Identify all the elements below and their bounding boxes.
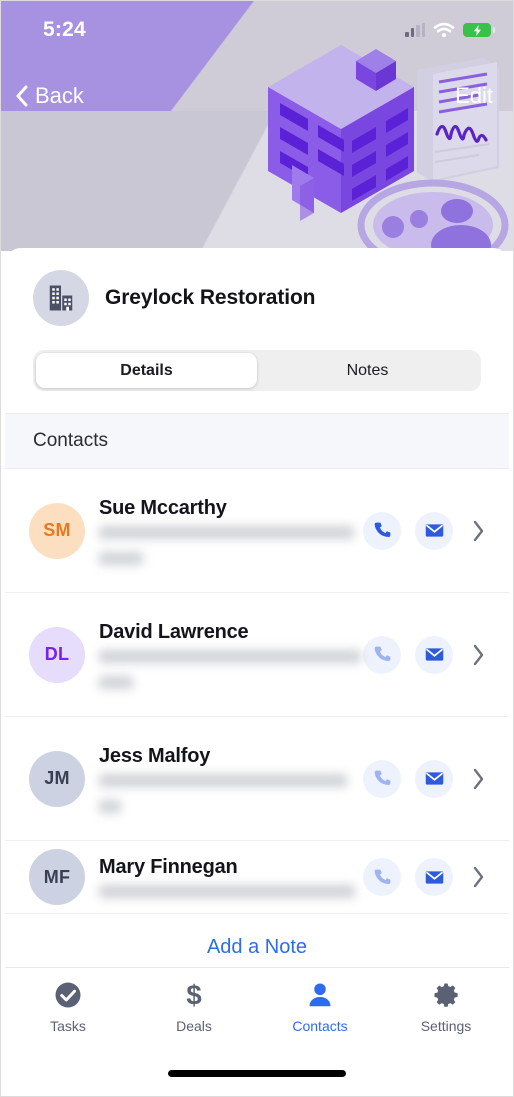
email-button[interactable]	[415, 635, 453, 674]
phone-screen: 5:24 Back Edit Greylock Restoration Deta…	[0, 0, 514, 1097]
building-icon	[33, 270, 89, 326]
edit-button[interactable]: Edit	[455, 83, 493, 109]
table-row[interactable]: MF Mary Finnegan	[5, 841, 509, 913]
tab-details[interactable]: Details	[36, 353, 257, 388]
avatar: MF	[29, 849, 85, 905]
segmented-control: Details Notes	[33, 350, 481, 391]
contact-name: David Lawrence	[99, 620, 249, 643]
gear-icon	[434, 983, 458, 1007]
avatar-initials: DL	[44, 644, 70, 664]
chevron-right-icon[interactable]	[471, 866, 485, 888]
tab-deals[interactable]: $ Deals	[131, 980, 257, 1048]
avatar: JM	[29, 750, 85, 807]
tab-tasks[interactable]: Tasks	[5, 980, 131, 1048]
avatar-initials: JM	[44, 768, 70, 788]
chevron-right-icon[interactable]	[471, 644, 485, 666]
avatar: DL	[29, 626, 85, 683]
email-button[interactable]	[415, 858, 453, 896]
avatar-initials: SM	[43, 520, 71, 540]
table-row[interactable]: DL David Lawrence	[5, 593, 509, 717]
phone-icon	[374, 646, 390, 661]
contact-name: Sue Mccarthy	[99, 496, 227, 519]
envelope-icon	[425, 870, 443, 884]
chevron-right-icon[interactable]	[471, 768, 485, 790]
home-indicator[interactable]	[168, 1070, 346, 1077]
contact-info: Mary Finnegan	[85, 856, 363, 898]
tab-contacts-label: Contacts	[292, 1018, 348, 1034]
hero-banner: 5:24 Back Edit	[1, 1, 513, 251]
contact-detail-redacted	[99, 525, 363, 565]
contact-info: David Lawrence	[85, 621, 363, 689]
chevron-left-icon	[16, 85, 28, 107]
contact-detail-redacted	[99, 773, 363, 813]
detail-card: Greylock Restoration Details Notes Conta…	[5, 248, 509, 970]
call-button[interactable]	[363, 858, 401, 896]
row-actions	[363, 759, 485, 798]
check-circle-icon	[55, 982, 81, 1008]
envelope-icon	[425, 772, 443, 785]
org-header: Greylock Restoration	[5, 248, 509, 326]
contact-name: Mary Finnegan	[99, 856, 238, 878]
contact-info: Jess Malfoy	[85, 745, 363, 813]
nav-bar: Back Edit	[1, 75, 513, 117]
tab-settings-label: Settings	[420, 1018, 472, 1034]
person-icon	[309, 983, 331, 1007]
envelope-icon	[425, 648, 443, 661]
dollar-icon: $	[186, 980, 201, 1010]
contact-detail-redacted	[99, 649, 363, 689]
bottom-tab-bar: Tasks $ Deals Contacts Settings	[5, 967, 509, 1095]
status-bar: 5:24	[1, 1, 513, 59]
page-title: Greylock Restoration	[105, 286, 316, 309]
section-header-label: Contacts	[33, 430, 108, 451]
tab-deals-label: Deals	[176, 1018, 212, 1034]
contact-list: SM Sue Mccarthy DL David Lawrence JM Jes…	[5, 469, 509, 913]
call-button[interactable]	[363, 759, 401, 798]
tab-contacts[interactable]: Contacts	[257, 980, 383, 1048]
avatar-initials: MF	[43, 866, 71, 887]
tab-notes[interactable]: Notes	[257, 353, 478, 388]
phone-icon	[374, 869, 390, 884]
wifi-icon	[433, 22, 455, 38]
status-bar-clock: 5:24	[43, 18, 86, 41]
phone-icon	[374, 522, 390, 537]
back-button[interactable]: Back	[15, 83, 84, 109]
row-actions	[363, 858, 485, 896]
email-button[interactable]	[415, 511, 453, 550]
tab-tasks-label: Tasks	[50, 1018, 86, 1034]
section-header-contacts: Contacts	[5, 413, 509, 469]
call-button[interactable]	[363, 511, 401, 550]
envelope-icon	[425, 524, 443, 537]
add-note-label: Add a Note	[206, 936, 308, 958]
add-note-button[interactable]: Add a Note	[5, 913, 509, 970]
row-actions	[363, 635, 485, 674]
svg-text:$: $	[186, 980, 201, 1010]
battery-charging-icon	[463, 23, 495, 37]
people-group-illustration	[357, 179, 509, 251]
email-button[interactable]	[415, 759, 453, 798]
signal-bars-icon	[405, 22, 425, 37]
table-row[interactable]: JM Jess Malfoy	[5, 717, 509, 841]
back-button-label: Back	[35, 83, 84, 108]
phone-icon	[374, 770, 390, 785]
call-button[interactable]	[363, 635, 401, 674]
contact-info: Sue Mccarthy	[85, 497, 363, 565]
contact-name: Jess Malfoy	[99, 744, 211, 767]
tab-settings[interactable]: Settings	[383, 980, 509, 1048]
contact-detail-redacted	[99, 885, 363, 898]
chevron-right-icon[interactable]	[471, 520, 485, 542]
avatar: SM	[29, 502, 85, 559]
row-actions	[363, 511, 485, 550]
table-row[interactable]: SM Sue Mccarthy	[5, 469, 509, 593]
status-bar-icons	[405, 22, 495, 38]
